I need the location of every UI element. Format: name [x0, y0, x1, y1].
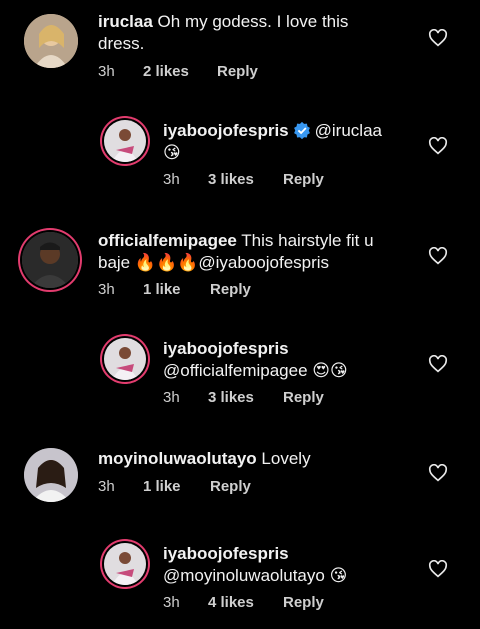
timestamp: 3h — [163, 389, 180, 406]
username[interactable]: iyaboojofespris — [163, 121, 289, 140]
fire-emoji: 🔥🔥🔥 — [134, 253, 199, 272]
emoji: 😘 — [329, 566, 348, 585]
username[interactable]: officialfemipagee — [98, 231, 237, 250]
likes-count[interactable]: 3 likes — [208, 389, 283, 406]
reply-button[interactable]: Reply — [210, 478, 251, 495]
avatar[interactable] — [104, 120, 146, 162]
reply-text: iyaboojofespris @iruclaa 😘 — [163, 120, 382, 164]
reply-text: iyaboojofespris @moyinoluwaolutayo 😘 — [163, 543, 347, 587]
heart-icon[interactable] — [428, 355, 448, 373]
mention-link[interactable]: @moyinoluwaolutayo — [163, 566, 325, 585]
likes-count[interactable]: 3 likes — [208, 171, 283, 188]
timestamp: 3h — [98, 478, 115, 495]
reply-button[interactable]: Reply — [210, 281, 251, 298]
comment-text: officialfemipagee This hairstyle fit u b… — [98, 230, 374, 274]
mention-link[interactable]: @iyaboojofespris — [198, 253, 329, 272]
avatar[interactable] — [104, 338, 146, 380]
username[interactable]: moyinoluwaolutayo — [98, 449, 257, 468]
username[interactable]: iruclaa — [98, 12, 153, 31]
heart-icon[interactable] — [428, 464, 448, 482]
timestamp: 3h — [163, 594, 180, 611]
reply-button[interactable]: Reply — [283, 171, 324, 188]
avatar[interactable] — [104, 543, 146, 585]
emoji: 😘 — [163, 143, 181, 162]
timestamp: 3h — [98, 281, 115, 298]
timestamp: 3h — [163, 171, 180, 188]
emoji: 😍😘 — [312, 361, 348, 380]
mention-link[interactable]: @officialfemipagee — [163, 361, 308, 380]
avatar[interactable] — [24, 448, 78, 502]
comment-meta: 3h 2 likes Reply — [98, 63, 258, 80]
comment-meta: 3h 3 likes Reply — [163, 171, 324, 188]
heart-icon[interactable] — [428, 247, 448, 265]
avatar[interactable] — [22, 232, 78, 288]
comment-body: Oh my godess. I love this — [157, 12, 349, 31]
timestamp: 3h — [98, 63, 115, 80]
comment-body: This hairstyle fit u — [241, 231, 374, 250]
comment-meta: 3h 1 like Reply — [98, 478, 251, 495]
likes-count[interactable]: 1 like — [143, 478, 210, 495]
mention-link[interactable]: @iruclaa — [315, 121, 382, 140]
reply-button[interactable]: Reply — [283, 389, 324, 406]
likes-count[interactable]: 4 likes — [208, 594, 283, 611]
comment-body-cont: baje — [98, 253, 131, 272]
heart-icon[interactable] — [428, 560, 448, 578]
comment-text: moyinoluwaolutayo Lovely — [98, 448, 311, 470]
comment-meta: 3h 4 likes Reply — [163, 594, 324, 611]
comment-body-cont: dress. — [98, 34, 145, 53]
likes-count[interactable]: 1 like — [143, 281, 210, 298]
username[interactable]: iyaboojofespris — [163, 544, 289, 563]
reply-button[interactable]: Reply — [217, 63, 258, 80]
avatar[interactable] — [24, 14, 78, 68]
username[interactable]: iyaboojofespris — [163, 339, 289, 358]
comment-text: iruclaa Oh my godess. I love this dress. — [98, 11, 348, 55]
heart-icon[interactable] — [428, 29, 448, 47]
comment-meta: 3h 3 likes Reply — [163, 389, 324, 406]
comment-meta: 3h 1 like Reply — [98, 281, 251, 298]
comment-body: Lovely — [261, 449, 311, 468]
heart-icon[interactable] — [428, 137, 448, 155]
likes-count[interactable]: 2 likes — [143, 63, 217, 80]
reply-button[interactable]: Reply — [283, 594, 324, 611]
reply-text: iyaboojofespris @officialfemipagee 😍😘 — [163, 338, 348, 382]
verified-badge-icon — [293, 121, 310, 139]
